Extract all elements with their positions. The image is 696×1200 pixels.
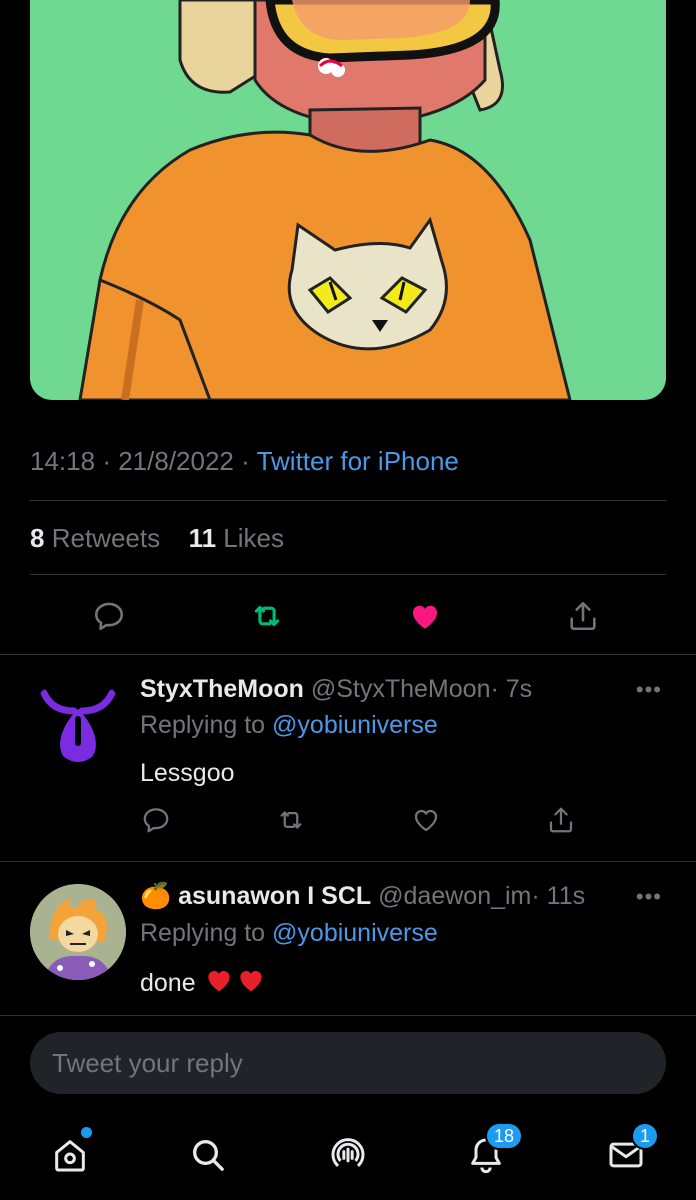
share-button[interactable] <box>543 802 579 838</box>
reply-handle[interactable]: @StyxTheMoon <box>311 675 491 703</box>
meta-separator: · <box>241 446 250 476</box>
share-icon <box>549 807 573 833</box>
reply-display-name[interactable]: StyxTheMoon <box>140 675 304 703</box>
like-button[interactable] <box>405 596 445 636</box>
replying-to: Replying to @yobiuniverse <box>140 919 438 948</box>
avatar[interactable] <box>30 675 126 771</box>
tab-messages[interactable]: 1 <box>601 1122 660 1180</box>
retweet-button[interactable] <box>273 802 309 838</box>
bottom-tab-bar: 18 1 <box>0 1110 696 1200</box>
meta-separator: · <box>102 446 111 476</box>
reply-text: Lessgoo <box>140 759 235 787</box>
reply-text-value: done <box>140 969 196 997</box>
tab-spaces[interactable] <box>323 1130 373 1180</box>
home-icon <box>55 1140 85 1172</box>
red-heart-icon <box>235 965 267 1002</box>
reply-input-placeholder: Tweet your reply <box>52 1047 243 1078</box>
search-icon <box>193 1140 224 1171</box>
retweet-icon <box>280 811 302 829</box>
reply-tweet[interactable]: StyxTheMoon @StyxTheMoon· 7s ••• Replyin… <box>0 655 696 860</box>
reply-header: StyxTheMoon @StyxTheMoon· 7s <box>140 675 532 704</box>
reply-input[interactable]: Tweet your reply <box>30 1032 666 1094</box>
tweet-source-link[interactable]: Twitter for iPhone <box>257 446 459 476</box>
heart-icon <box>412 605 438 629</box>
new-content-dot <box>81 1127 92 1138</box>
tweet-date: 21/8/2022 <box>118 446 234 476</box>
replying-prefix: Replying to <box>140 919 266 947</box>
reply-handle[interactable]: @daewon_im <box>378 882 531 910</box>
styx-logo-icon <box>40 689 116 762</box>
tweet-time: 14:18 <box>30 446 96 476</box>
likes-count: 11 <box>188 523 217 553</box>
tweet-action-bar <box>0 590 696 640</box>
reply-button[interactable] <box>138 802 174 838</box>
avatar[interactable] <box>30 884 126 980</box>
reply-header: 🍊 asunawon I SCL @daewon_im· 11s <box>140 882 585 911</box>
divider <box>30 574 666 575</box>
tweet-image[interactable] <box>30 0 666 400</box>
retweets-label: Retweets <box>51 523 161 553</box>
name-emoji: 🍊 <box>140 882 172 910</box>
reply-button[interactable] <box>89 596 129 636</box>
divider <box>0 1015 696 1016</box>
reply-time: · 7s <box>490 675 533 703</box>
divider <box>30 500 666 501</box>
more-options-button[interactable]: ••• <box>636 884 662 910</box>
tab-search[interactable] <box>183 1130 233 1180</box>
tweet-illustration <box>78 0 572 400</box>
notifications-badge: 18 <box>485 1122 524 1150</box>
tweet-stats: 8 Retweets 11 Likes <box>30 523 284 554</box>
retweet-button[interactable] <box>247 596 287 636</box>
heart-icon <box>414 809 438 832</box>
retweets-stat[interactable]: 8 Retweets <box>30 523 167 553</box>
likes-label: Likes <box>223 523 284 553</box>
replying-to: Replying to @yobiuniverse <box>140 711 438 740</box>
likes-stat[interactable]: 11 Likes <box>189 523 284 553</box>
more-options-button[interactable]: ••• <box>636 677 662 703</box>
reply-display-name[interactable]: asunawon I SCL <box>178 882 371 910</box>
reply-icon <box>94 602 124 631</box>
spaces-icon <box>331 1138 365 1167</box>
share-icon <box>570 601 596 631</box>
mention-link[interactable]: @yobiuniverse <box>272 919 438 947</box>
reply-icon <box>143 808 169 833</box>
reply-time: · 11s <box>531 882 586 910</box>
like-button[interactable] <box>408 802 444 838</box>
tweet-meta: 14:18 · 21/8/2022 · Twitter for iPhone <box>30 446 459 477</box>
reply-tweet[interactable]: 🍊 asunawon I SCL @daewon_im· 11s ••• Rep… <box>0 862 696 1014</box>
replying-prefix: Replying to <box>140 711 266 739</box>
mention-link[interactable]: @yobiuniverse <box>272 711 438 739</box>
avatar-illustration <box>30 884 126 980</box>
share-button[interactable] <box>563 596 603 636</box>
reply-text: done <box>140 965 267 1002</box>
messages-badge: 1 <box>631 1122 660 1150</box>
retweet-icon <box>254 605 280 627</box>
tab-notifications[interactable]: 18 <box>461 1122 524 1180</box>
red-heart-icon <box>203 965 235 1002</box>
tab-home[interactable] <box>45 1127 95 1180</box>
retweets-count: 8 <box>30 523 45 553</box>
